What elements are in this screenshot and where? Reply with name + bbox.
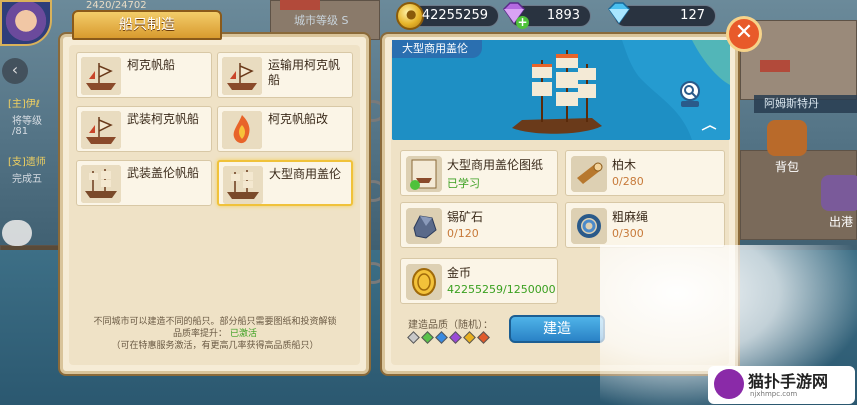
material-count: 0/120 — [447, 227, 479, 240]
info-line-2: 品质率提升： 已激活 — [70, 328, 360, 340]
diamond-value: 127 — [680, 8, 705, 23]
ship-name: 柯克帆船改 — [268, 112, 329, 126]
material-count: 0/280 — [612, 175, 644, 188]
city-level-label: 城市等级 S — [294, 14, 349, 27]
material-status: 已学习 — [447, 177, 480, 190]
rope-icon — [571, 208, 607, 244]
ship-icon — [81, 57, 121, 95]
depart-label: 出港 — [828, 215, 853, 229]
ship-icon — [222, 57, 262, 95]
quality-gem-row — [407, 331, 490, 344]
ship-name: 柯克帆船 — [127, 58, 176, 72]
ship-name: 武装盖伦帆船 — [127, 166, 200, 180]
quality-gem-icon — [477, 331, 490, 344]
material-blueprint[interactable]: 大型商用盖伦图纸 已学习 — [400, 150, 558, 196]
ship-name: 大型商用盖伦 — [269, 167, 342, 181]
panel-title-tab: 船只制造 — [72, 10, 222, 40]
gold-counter[interactable]: ● 42255259 — [396, 2, 499, 30]
material-count: 42255259/1250000 — [447, 283, 556, 296]
tin-ore-icon — [406, 208, 442, 244]
main-quest-progress: /81 — [12, 126, 29, 137]
gold-coin-icon: ● — [396, 2, 424, 30]
ship-icon — [223, 166, 263, 204]
ship-item-kirk-sailboat[interactable]: 柯克帆船 — [76, 52, 212, 98]
side-quest-desc: 完成五 — [12, 174, 42, 185]
quality-boost-status: 已激活 — [229, 329, 257, 339]
quality-boost-label: 品质率提升： — [173, 329, 228, 339]
bag-icon — [767, 120, 807, 156]
add-gems-icon[interactable]: + — [516, 16, 529, 29]
depart-icon — [821, 175, 857, 211]
depart-port-button[interactable]: 出港 — [818, 175, 857, 230]
gold-value: 42255259 — [421, 8, 488, 23]
ship-name: 运输用柯克帆船 — [268, 58, 341, 87]
material-count: 0/300 — [612, 227, 644, 240]
location-name: 阿姆斯特丹 — [754, 95, 857, 113]
chat-bubble-icon[interactable] — [2, 220, 32, 246]
info-line-1: 不同城市可以建造不同的船只。部分船只需要图纸和投资解锁 — [93, 317, 337, 327]
zoom-view-icon[interactable] — [679, 80, 701, 108]
collapse-arrow-icon[interactable]: ‹ — [2, 58, 28, 84]
bag-button[interactable]: 背包 — [764, 120, 810, 175]
diamond-counter[interactable]: 127 — [608, 2, 716, 27]
gem-value: 1893 — [546, 8, 580, 23]
material-name: 柏木 — [612, 158, 637, 172]
gold-coin-icon — [406, 264, 442, 300]
ship-name-tag: 大型商用盖伦 — [392, 40, 482, 58]
quality-gem-icon — [421, 331, 434, 344]
material-tin-ore[interactable]: 锡矿石 0/120 — [400, 202, 558, 248]
ship-item-armed-kirk[interactable]: 武装柯克帆船 — [76, 106, 212, 152]
material-name: 锡矿石 — [447, 210, 484, 224]
ship-item-transport-kirk[interactable]: 运输用柯克帆船 — [217, 52, 353, 98]
quality-gem-icon — [463, 331, 476, 344]
watermark: 猫扑手游网 njxhmpc.com — [708, 366, 855, 404]
ship-item-kirk-modified[interactable]: 柯克帆船改 — [217, 106, 353, 152]
building-roof — [760, 60, 790, 72]
build-button[interactable]: 建造 — [509, 315, 605, 343]
quality-gem-icon — [407, 331, 420, 344]
watermark-subtitle: njxhmpc.com — [750, 390, 798, 398]
material-cypress-wood[interactable]: 柏木 0/280 — [565, 150, 725, 196]
bag-label: 背包 — [774, 160, 799, 174]
blueprint-icon — [406, 156, 442, 192]
ship-icon — [81, 111, 121, 149]
build-quality-label: 建造品质（随机）： — [408, 320, 493, 331]
material-name: 大型商用盖伦图纸 — [447, 158, 544, 172]
material-gold-coin[interactable]: 金币 42255259/1250000 — [400, 258, 558, 304]
ship-name: 武装柯克帆船 — [127, 112, 200, 126]
watermark-title: 猫扑手游网 — [748, 372, 829, 391]
wood-log-icon — [571, 156, 607, 192]
material-name: 粗麻绳 — [612, 210, 649, 224]
side-quest-title[interactable]: [支]遗师 — [8, 153, 46, 168]
building-roof — [280, 0, 320, 10]
build-info-text: 不同城市可以建造不同的船只。部分船只需要图纸和投资解锁 品质率提升： 已激活 （… — [70, 316, 360, 352]
ship-icon — [222, 111, 262, 149]
material-name: 金币 — [447, 266, 472, 280]
material-hemp-rope[interactable]: 粗麻绳 0/300 — [565, 202, 725, 248]
main-quest-desc: 将等级 — [12, 116, 42, 127]
watermark-logo-icon — [714, 369, 744, 399]
ship-item-large-merchant-galleon[interactable]: 大型商用盖伦 — [217, 160, 353, 206]
ship-item-armed-galleon[interactable]: 武装盖伦帆船 — [76, 160, 212, 206]
close-button[interactable]: ✕ — [726, 16, 762, 52]
info-line-3: （可在特惠服务激活，有更高几率获得高品质船只） — [111, 341, 319, 351]
main-quest-title[interactable]: [主]伊ℓ — [8, 95, 40, 110]
ship-icon — [81, 165, 121, 203]
gem-counter[interactable]: + 1893 — [503, 2, 591, 29]
quality-gem-icon — [449, 331, 462, 344]
quality-gem-icon — [435, 331, 448, 344]
diamond-icon — [608, 2, 630, 25]
